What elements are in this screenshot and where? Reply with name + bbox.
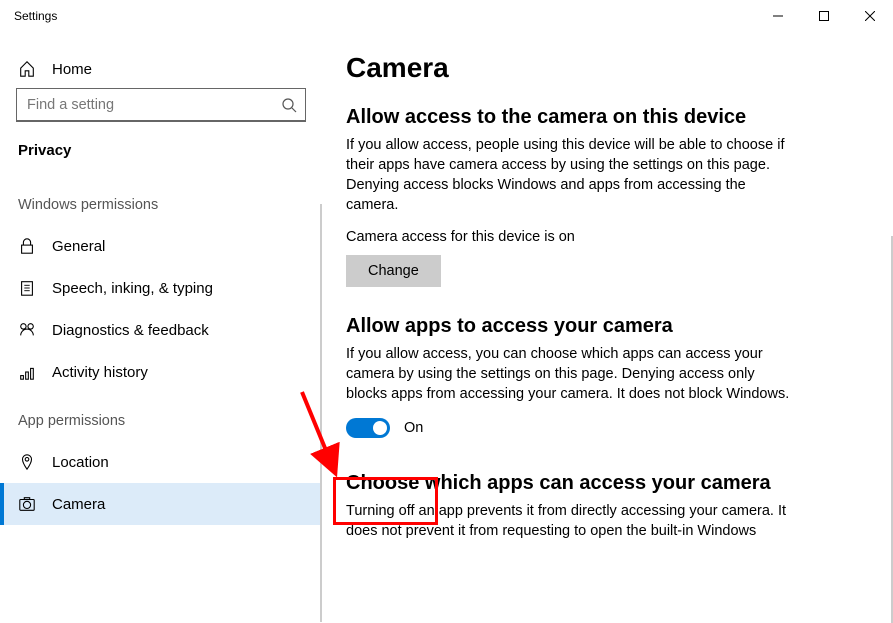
section-apps-access: Allow apps to access your camera If you … — [346, 315, 871, 438]
change-button[interactable]: Change — [346, 255, 441, 287]
sidebar-item-activity[interactable]: Activity history — [0, 351, 322, 393]
titlebar: Settings — [0, 0, 893, 32]
group-app-permissions: App permissions — [0, 393, 322, 441]
section-heading: Allow access to the camera on this devic… — [346, 106, 871, 129]
home-icon — [18, 60, 38, 78]
maximize-icon — [819, 11, 829, 21]
main-content: Camera Allow access to the camera on thi… — [322, 32, 893, 623]
toggle-knob — [373, 421, 387, 435]
home-label: Home — [52, 61, 92, 78]
minimize-icon — [773, 11, 783, 21]
section-description: If you allow access, you can choose whic… — [346, 344, 796, 404]
clipboard-icon — [18, 279, 38, 297]
device-access-status: Camera access for this device is on — [346, 229, 871, 245]
section-heading: Choose which apps can access your camera — [346, 472, 871, 495]
close-button[interactable] — [847, 0, 893, 32]
page-title: Camera — [346, 52, 871, 84]
sidebar-item-camera[interactable]: Camera — [0, 483, 322, 525]
section-description: Turning off an app prevents it from dire… — [346, 501, 796, 541]
sidebar-item-label: General — [52, 238, 105, 255]
sidebar-item-label: Speech, inking, & typing — [52, 280, 213, 297]
minimize-button[interactable] — [755, 0, 801, 32]
feedback-icon — [18, 321, 38, 339]
apps-access-toggle[interactable] — [346, 418, 390, 438]
sidebar-item-label: Diagnostics & feedback — [52, 322, 209, 339]
section-description: If you allow access, people using this d… — [346, 135, 796, 215]
section-device-access: Allow access to the camera on this devic… — [346, 106, 871, 287]
sidebar-item-label: Camera — [52, 496, 105, 513]
sidebar-item-general[interactable]: General — [0, 225, 322, 267]
maximize-button[interactable] — [801, 0, 847, 32]
lock-icon — [18, 237, 38, 255]
window-title: Settings — [14, 9, 57, 23]
group-windows-permissions: Windows permissions — [0, 177, 322, 225]
location-icon — [18, 453, 38, 471]
sidebar-item-label: Activity history — [52, 364, 148, 381]
search-input[interactable] — [17, 97, 305, 113]
window-controls — [755, 0, 893, 32]
sidebar-item-diagnostics[interactable]: Diagnostics & feedback — [0, 309, 322, 351]
history-icon — [18, 363, 38, 381]
toggle-state-label: On — [404, 420, 423, 436]
section-choose-apps: Choose which apps can access your camera… — [346, 472, 871, 541]
sidebar-item-label: Location — [52, 454, 109, 471]
section-heading: Allow apps to access your camera — [346, 315, 871, 338]
sidebar-divider — [320, 204, 322, 622]
category-privacy: Privacy — [0, 138, 322, 177]
camera-icon — [18, 495, 38, 513]
sidebar-item-location[interactable]: Location — [0, 441, 322, 483]
close-icon — [865, 11, 875, 21]
sidebar: Home Privacy Windows permissions General… — [0, 32, 322, 623]
sidebar-home[interactable]: Home — [0, 50, 322, 88]
sidebar-item-speech[interactable]: Speech, inking, & typing — [0, 267, 322, 309]
search-box[interactable] — [16, 88, 306, 122]
search-icon — [281, 97, 297, 116]
